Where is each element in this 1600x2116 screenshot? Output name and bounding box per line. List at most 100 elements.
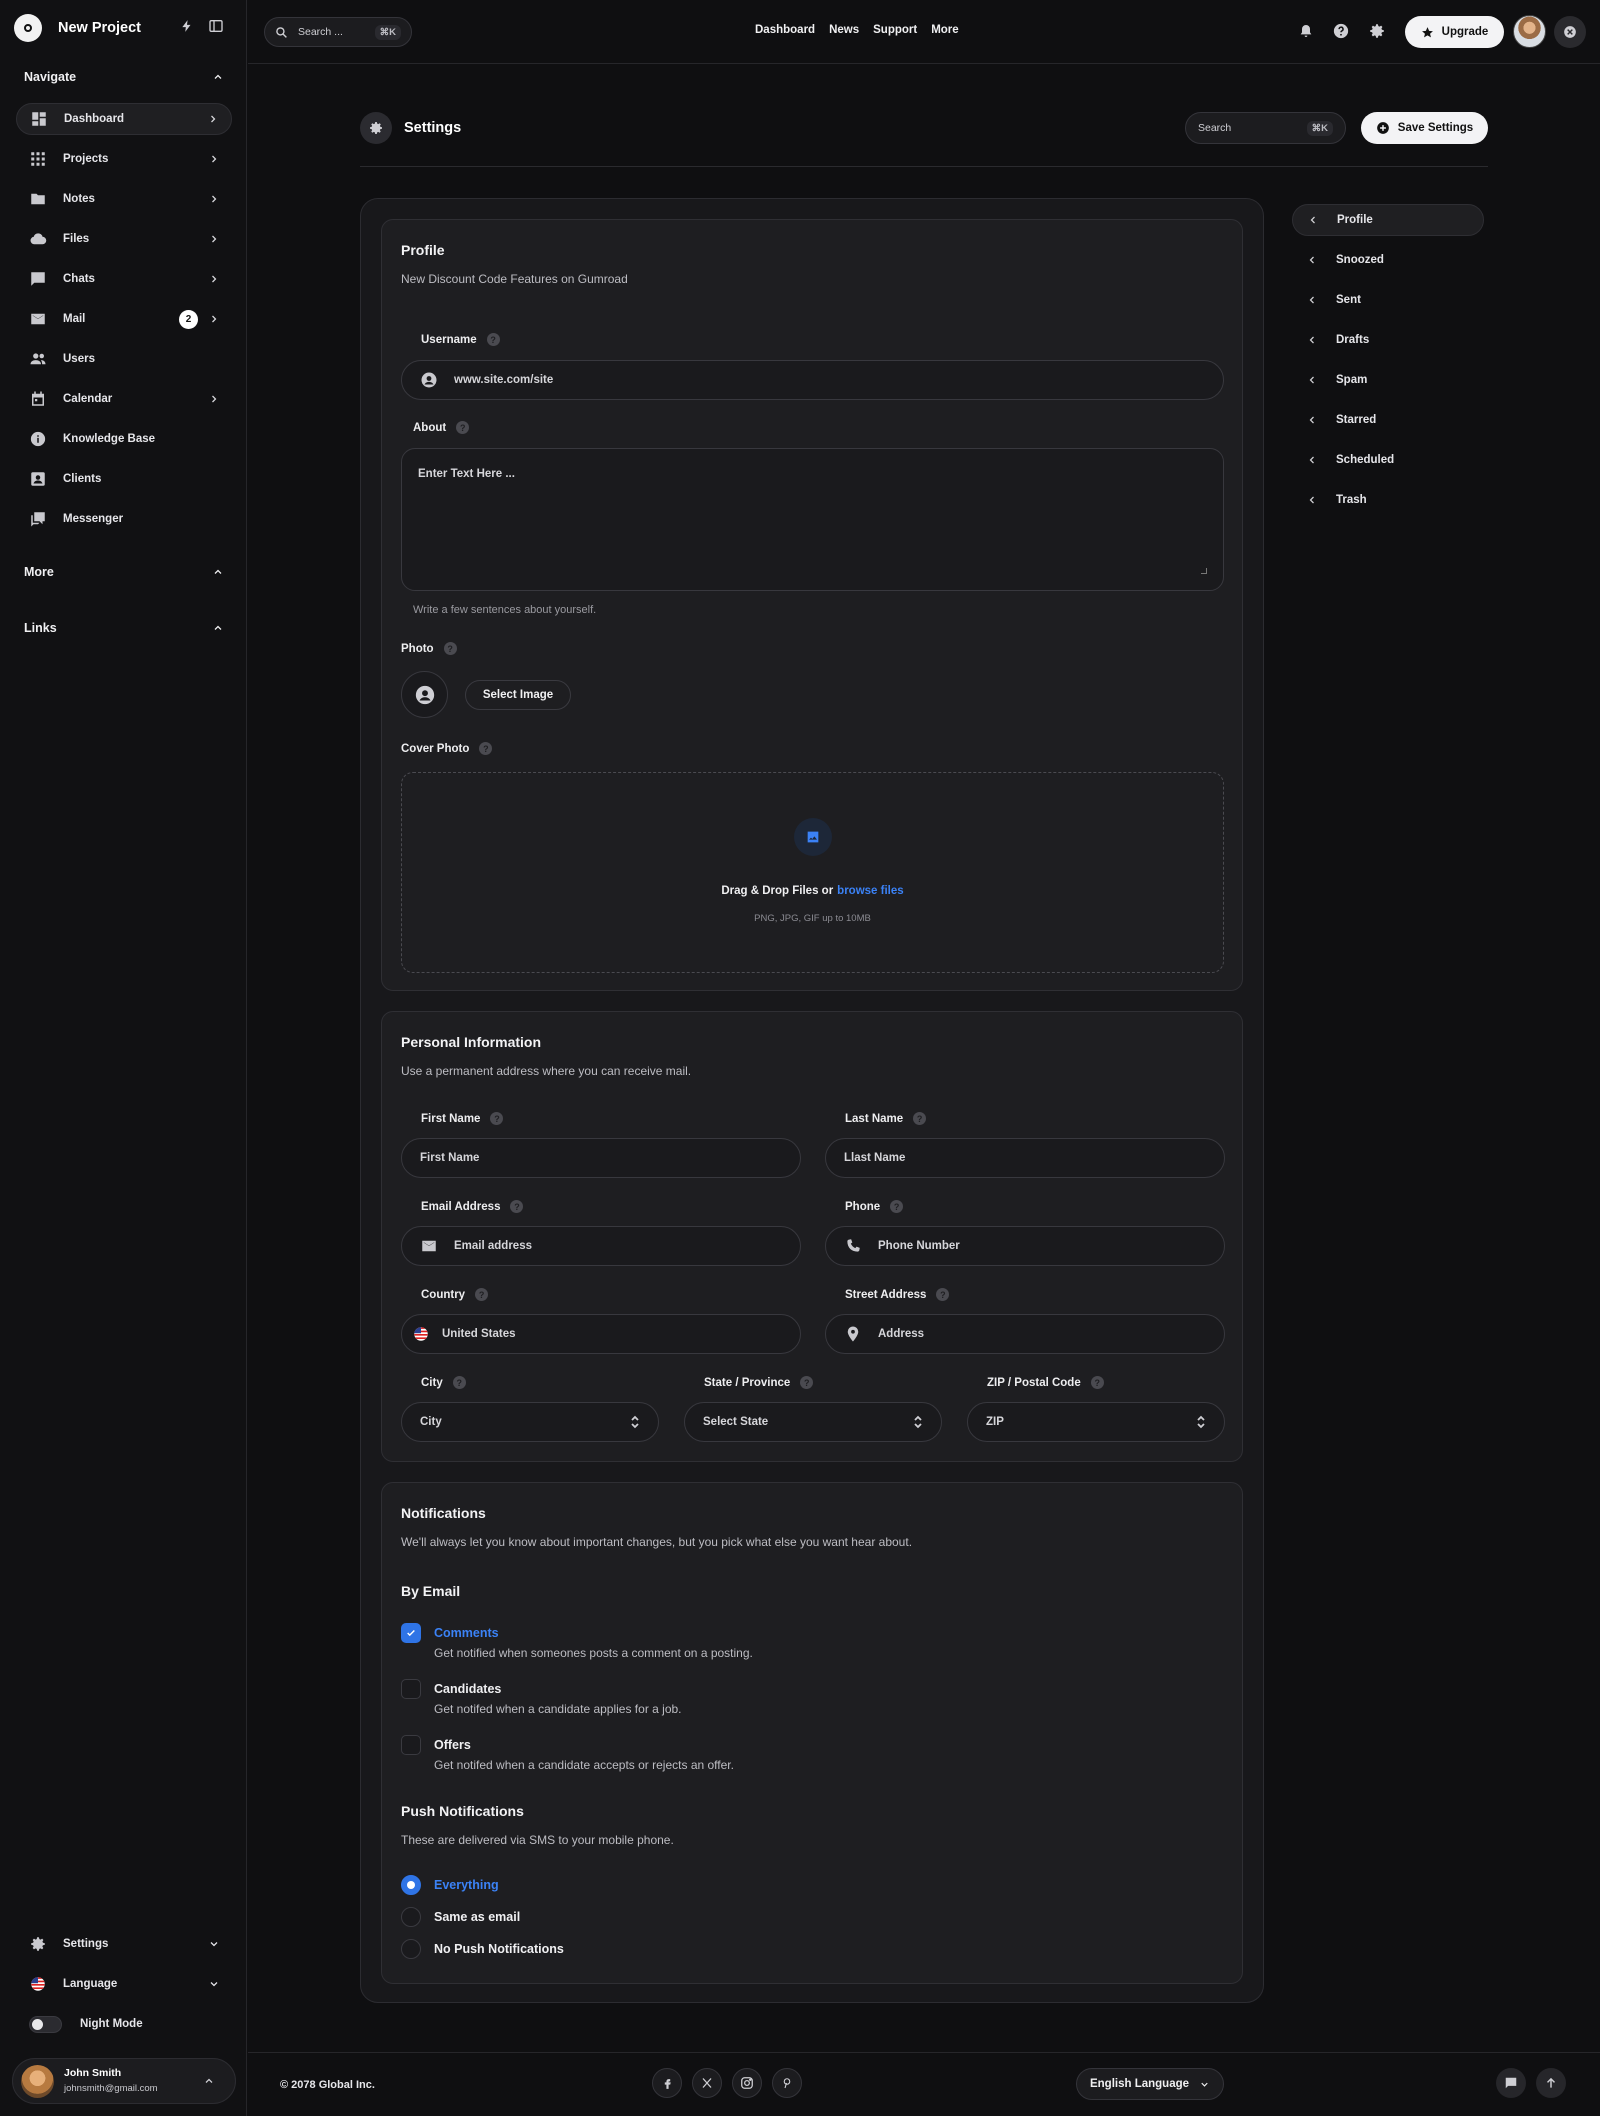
last-name-field[interactable]: Llast Name — [825, 1138, 1225, 1178]
push-same-as-email-option[interactable]: Same as email — [401, 1907, 520, 1927]
help-icon[interactable]: ? — [800, 1376, 814, 1389]
global-search[interactable]: Search ... ⌘K — [264, 17, 412, 47]
sidebar-item-messenger[interactable]: Messenger — [16, 503, 232, 535]
bolt-icon[interactable] — [180, 18, 194, 34]
top-nav-more[interactable]: More — [931, 24, 958, 36]
push-everything-option[interactable]: Everything — [401, 1875, 499, 1895]
state-select[interactable]: Select State — [684, 1402, 942, 1442]
select-image-button[interactable]: Select Image — [465, 680, 571, 710]
browse-files-link[interactable]: browse files — [837, 885, 903, 897]
sidebar-item-calendar[interactable]: Calendar — [16, 383, 232, 415]
offers-checkbox[interactable] — [401, 1735, 421, 1755]
section-nav-starred[interactable]: Starred — [1292, 404, 1484, 436]
facebook-icon[interactable] — [652, 2068, 682, 2098]
instagram-icon[interactable] — [732, 2068, 762, 2098]
comments-checkbox[interactable] — [401, 1623, 421, 1643]
sidebar-item-notes[interactable]: Notes — [16, 183, 232, 215]
top-nav-dashboard[interactable]: Dashboard — [755, 24, 815, 36]
sidebar-toggle-icon[interactable] — [208, 18, 224, 34]
section-nav-profile[interactable]: Profile — [1292, 204, 1484, 236]
push-none-radio[interactable] — [401, 1939, 421, 1959]
country-select[interactable]: United States — [401, 1314, 801, 1354]
scroll-top-button[interactable] — [1536, 2068, 1566, 2098]
push-everything-radio[interactable] — [401, 1875, 421, 1895]
top-nav-support[interactable]: Support — [873, 24, 917, 36]
save-settings-button[interactable]: Save Settings — [1361, 112, 1488, 144]
help-icon[interactable]: ? — [475, 1288, 489, 1301]
social-links — [652, 2068, 802, 2098]
help-icon[interactable]: ? — [936, 1288, 950, 1301]
chat-button[interactable] — [1496, 2068, 1526, 2098]
chevron-left-icon — [1306, 254, 1318, 266]
help-icon[interactable]: ? — [510, 1200, 524, 1213]
section-nav-snoozed[interactable]: Snoozed — [1292, 244, 1484, 276]
candidates-option[interactable]: Candidates Get notifed when a candidate … — [401, 1679, 682, 1716]
section-nav-trash[interactable]: Trash — [1292, 484, 1484, 516]
comments-option[interactable]: Comments Get notified when someones post… — [401, 1623, 753, 1660]
user-card[interactable]: John Smith johnsmith@gmail.com — [12, 2058, 236, 2104]
section-nav-label: Starred — [1336, 414, 1377, 426]
section-nav-scheduled[interactable]: Scheduled — [1292, 444, 1484, 476]
resize-handle[interactable] — [1201, 568, 1207, 574]
help-icon[interactable]: ? — [456, 421, 470, 434]
sidebar-item-mail[interactable]: Mail 2 — [16, 303, 232, 335]
first-name-field[interactable]: First Name — [401, 1138, 801, 1178]
x-icon[interactable] — [692, 2068, 722, 2098]
pinterest-icon[interactable] — [772, 2068, 802, 2098]
sidebar-item-users[interactable]: Users — [16, 343, 232, 375]
help-icon[interactable]: ? — [452, 1376, 466, 1389]
brand[interactable]: New Project — [14, 14, 141, 42]
navigate-section-header[interactable]: Navigate — [24, 70, 224, 84]
night-mode-toggle[interactable] — [29, 2015, 62, 2033]
cover-photo-dropzone[interactable]: Drag & Drop Files or browse files PNG, JP… — [401, 772, 1224, 973]
email-field[interactable]: Email address — [401, 1226, 801, 1266]
gear-icon[interactable] — [1368, 22, 1386, 40]
sidebar-item-label: Knowledge Base — [63, 433, 156, 445]
offers-option[interactable]: Offers Get notifed when a candidate acce… — [401, 1735, 734, 1772]
sidebar-item-dashboard[interactable]: Dashboard — [16, 103, 232, 135]
upgrade-button[interactable]: Upgrade — [1405, 16, 1504, 48]
settings-search-input[interactable]: Search ⌘K — [1185, 112, 1346, 144]
more-section-header[interactable]: More — [24, 565, 224, 579]
chevron-down-icon — [1199, 2079, 1210, 2090]
push-same-as-email-radio[interactable] — [401, 1907, 421, 1927]
avatar[interactable] — [1513, 15, 1546, 48]
about-textarea[interactable]: Enter Text Here ... — [401, 448, 1224, 591]
sidebar-item-chats[interactable]: Chats — [16, 263, 232, 295]
help-icon[interactable] — [1332, 22, 1350, 40]
candidates-checkbox[interactable] — [401, 1679, 421, 1699]
section-nav-sent[interactable]: Sent — [1292, 284, 1484, 316]
sidebar-settings[interactable]: Settings — [16, 1928, 232, 1960]
city-select[interactable]: City — [401, 1402, 659, 1442]
sidebar-item-knowledge-base[interactable]: Knowledge Base — [16, 423, 232, 455]
push-none-option[interactable]: No Push Notifications — [401, 1939, 564, 1959]
sidebar-language[interactable]: Language — [16, 1968, 232, 2000]
language-selector[interactable]: English Language — [1076, 2068, 1224, 2100]
help-icon[interactable]: ? — [486, 333, 500, 346]
sidebar-item-projects[interactable]: Projects — [16, 143, 232, 175]
help-icon[interactable]: ? — [479, 742, 493, 755]
photo-avatar — [401, 671, 448, 718]
links-section-header[interactable]: Links — [24, 621, 224, 635]
street-address-field[interactable]: Address — [825, 1314, 1225, 1354]
section-nav-spam[interactable]: Spam — [1292, 364, 1484, 396]
page-title: Settings — [404, 120, 462, 136]
phone-field[interactable]: Phone Number — [825, 1226, 1225, 1266]
help-icon[interactable]: ? — [913, 1112, 927, 1125]
top-nav-news[interactable]: News — [829, 24, 859, 36]
username-field[interactable]: www.site.com/site — [401, 360, 1224, 400]
sidebar: New Project Navigate Dashboard Projects … — [0, 0, 247, 2116]
help-icon[interactable]: ? — [890, 1200, 904, 1213]
help-icon[interactable]: ? — [1090, 1376, 1104, 1389]
zip-select[interactable]: ZIP — [967, 1402, 1225, 1442]
comments-label: Comments — [434, 1626, 499, 1640]
bell-icon[interactable] — [1298, 22, 1314, 40]
sidebar-item-clients[interactable]: Clients — [16, 463, 232, 495]
close-button[interactable] — [1554, 16, 1586, 48]
username-label: Username — [421, 333, 477, 346]
help-icon[interactable]: ? — [443, 642, 457, 655]
help-icon[interactable]: ? — [490, 1112, 504, 1125]
first-name-label-row: First Name ? — [421, 1112, 504, 1125]
sidebar-item-files[interactable]: Files — [16, 223, 232, 255]
section-nav-drafts[interactable]: Drafts — [1292, 324, 1484, 356]
